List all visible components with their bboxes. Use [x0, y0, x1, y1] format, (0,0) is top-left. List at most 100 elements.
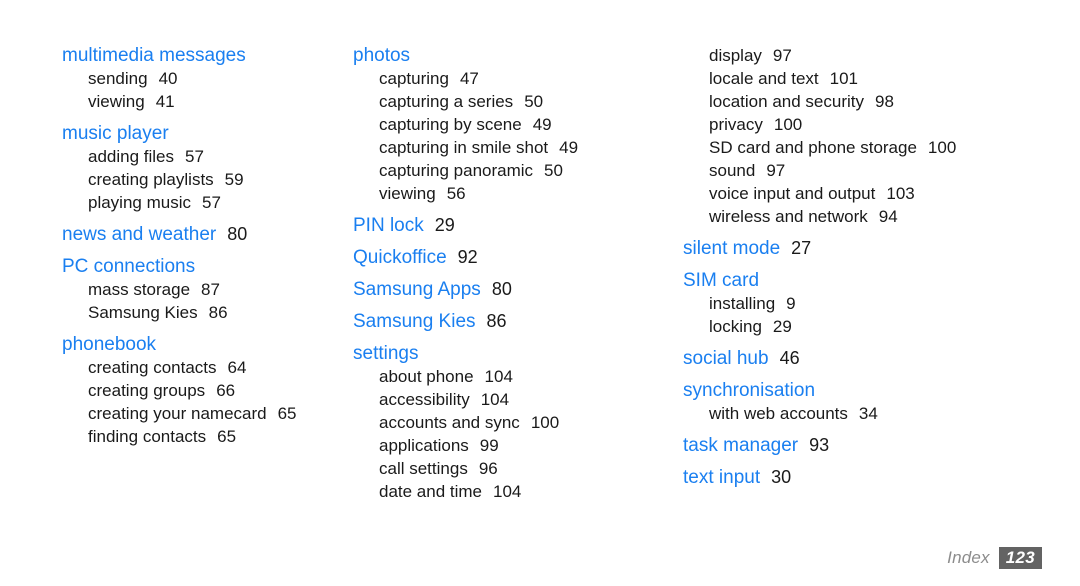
index-entry-page-number: 97 [766, 161, 786, 180]
index-entry-page-number: 49 [559, 138, 579, 157]
index-entry-label: capturing [379, 69, 449, 88]
index-entry-label: text input [683, 467, 761, 488]
index-entry-label: capturing by scene [379, 115, 522, 134]
index-entry-page-number: 59 [224, 170, 244, 189]
index-entry-label: Samsung Kies [88, 303, 198, 322]
index-entry-page-number: 41 [155, 92, 175, 111]
index-entry-page-number: 87 [201, 280, 220, 299]
index-entry-page-number: 50 [524, 92, 544, 111]
index-subentry: creating groups 66 [88, 379, 340, 402]
index-entry-label: phonebook [62, 334, 157, 355]
index-entry-label: accounts and sync [379, 413, 520, 432]
index-entry-page-number: 99 [479, 436, 499, 455]
index-subentry: Samsung Kies 86 [88, 301, 340, 324]
index-heading: PC connections [62, 255, 340, 278]
index-entry-label: call settings [379, 459, 468, 478]
index-entry-label: voice input and output [709, 184, 876, 203]
index-entry-label: Quickoffice [353, 247, 447, 268]
index-entry-label: task manager [683, 435, 799, 456]
index-entry-page-number: 56 [446, 184, 466, 203]
index-entry-label: locking [709, 317, 762, 336]
index-subentry: privacy 100 [709, 113, 1080, 136]
index-entry-page-number: 64 [227, 358, 247, 377]
index-entry-label: creating contacts [88, 358, 217, 377]
index-entry-label: news and weather [62, 224, 217, 245]
index-entry-label: creating your namecard [88, 404, 267, 423]
index-column-3: display 97 locale and text 101 location and … [670, 0, 1080, 489]
index-subentry: accounts and sync 100 [379, 411, 670, 434]
index-entry-label: display [709, 46, 762, 65]
index-entry-page-number: 50 [544, 161, 563, 180]
index-heading: settings [353, 342, 670, 365]
index-entry-label: capturing panoramic [379, 161, 534, 180]
index-subentry: display 97 [709, 44, 1080, 67]
index-subentry: locking 29 [709, 315, 1080, 338]
index-subentry: capturing panoramic 50 [379, 159, 670, 182]
index-subentry: voice input and output 103 [709, 182, 1080, 205]
index-entry-page-number: 104 [480, 390, 510, 409]
index-subentry: viewing 56 [379, 182, 670, 205]
index-entry-label: viewing [379, 184, 436, 203]
index-subentry: sending 40 [88, 67, 340, 90]
index-entry-page-number: 66 [216, 381, 236, 400]
index-entry-page-number: 86 [208, 303, 228, 322]
index-entry-label: location and security [709, 92, 864, 111]
index-heading: news and weather 80 [62, 223, 340, 246]
index-entry-label: installing [709, 294, 776, 313]
index-entry-label: creating groups [88, 381, 206, 400]
index-subentry: capturing by scene 49 [379, 113, 670, 136]
index-heading: Quickoffice 92 [353, 246, 670, 269]
index-entry-page-number: 27 [791, 238, 812, 258]
index-entry-label: wireless and network [709, 207, 868, 226]
index-subentry: mass storage 87 [88, 278, 340, 301]
index-column-1: multimedia messages sending 40 viewing 41 mus… [0, 0, 340, 448]
index-heading: task manager 93 [683, 434, 1080, 457]
index-subentry: accessibility 104 [379, 388, 670, 411]
index-subentry: adding files 57 [88, 145, 340, 168]
index-entry-page-number: 57 [185, 147, 204, 166]
index-entry-page-number: 103 [886, 184, 915, 203]
index-entry-label: finding contacts [88, 427, 207, 446]
index-entry-page-number: 40 [158, 69, 178, 88]
index-entry-page-number: 65 [217, 427, 237, 446]
index-entry-label: SD card and phone storage [709, 138, 917, 157]
index-entry-page-number: 57 [202, 193, 221, 212]
index-entry-page-number: 86 [486, 311, 507, 331]
index-entry-label: accessibility [379, 390, 470, 409]
index-columns: multimedia messages sending 40 viewing 41 mus… [0, 0, 1080, 520]
index-entry-label: adding files [88, 147, 175, 166]
index-heading: synchronisation [683, 379, 1080, 402]
index-entry-page-number: 47 [459, 69, 479, 88]
index-entry-page-number: 30 [771, 467, 792, 487]
index-entry-label: applications [379, 436, 469, 455]
index-entry-label: social hub [683, 348, 769, 369]
index-entry-label: silent mode [683, 238, 781, 259]
index-subentry: SD card and phone storage 100 [709, 136, 1080, 159]
index-entry-page-number: 65 [277, 404, 297, 423]
index-entry-label: mass storage [88, 280, 191, 299]
index-subentry: with web accounts 34 [709, 402, 1080, 425]
index-subentry: wireless and network 94 [709, 205, 1080, 228]
index-entry-label: date and time [379, 482, 483, 501]
index-subentry: date and time 104 [379, 480, 670, 503]
index-entry-label: sound [709, 161, 756, 180]
index-entry-page-number: 97 [772, 46, 792, 65]
index-heading: photos [353, 44, 670, 67]
index-heading: PIN lock 29 [353, 214, 670, 237]
index-heading: social hub 46 [683, 347, 1080, 370]
footer-section-label: Index [947, 548, 990, 567]
index-subentry: locale and text 101 [709, 67, 1080, 90]
index-subentry: creating contacts 64 [88, 356, 340, 379]
index-entry-label: photos [353, 45, 411, 66]
index-heading: SIM card [683, 269, 1080, 292]
index-entry-label: privacy [709, 115, 763, 134]
index-entry-label: with web accounts [709, 404, 848, 423]
index-entry-label: locale and text [709, 69, 819, 88]
index-entry-page-number: 9 [786, 294, 796, 313]
index-page: multimedia messages sending 40 viewing 41 mus… [0, 0, 1080, 586]
index-subentry: applications 99 [379, 434, 670, 457]
index-subentry: creating your namecard 65 [88, 402, 340, 425]
index-entry-label: multimedia messages [62, 45, 246, 66]
index-entry-page-number: 80 [491, 279, 512, 299]
footer-page-number: 123 [998, 547, 1042, 569]
